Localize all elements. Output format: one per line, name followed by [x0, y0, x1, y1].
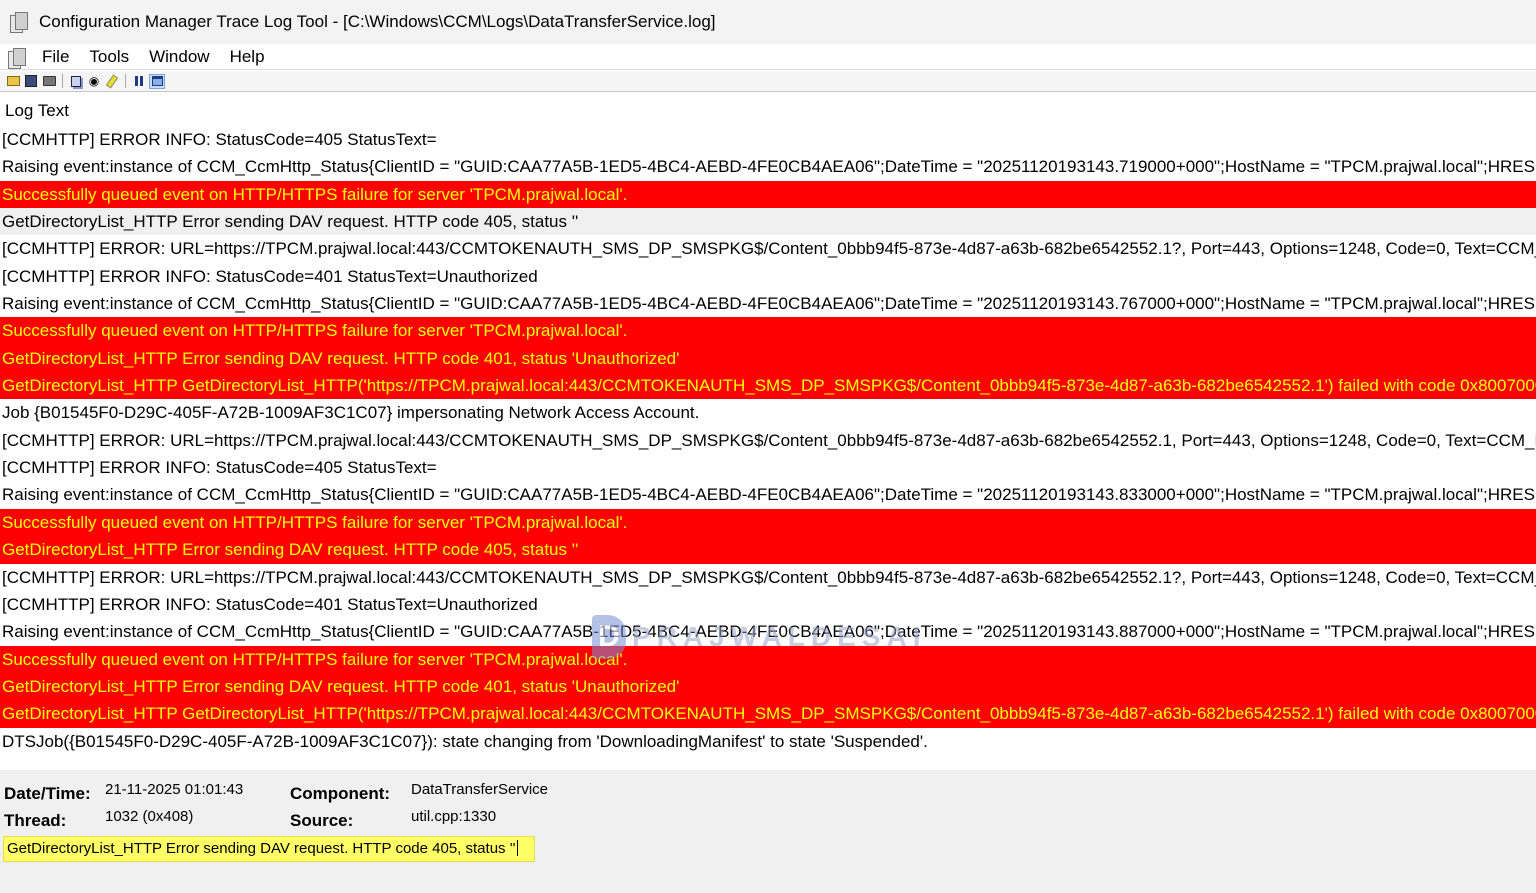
log-text-column-header[interactable]: Log Text — [0, 97, 1536, 124]
cmtrace-app-icon — [10, 11, 30, 33]
log-row[interactable]: Raising event:instance of CCM_CcmHttp_St… — [0, 618, 1536, 645]
thread-label: Thread: — [4, 811, 67, 830]
log-row[interactable]: GetDirectoryList_HTTP Error sending DAV … — [0, 536, 1536, 564]
print-icon[interactable] — [42, 75, 56, 88]
message-text: GetDirectoryList_HTTP Error sending DAV … — [7, 840, 516, 857]
toolbar: ◉ — [0, 71, 1536, 92]
log-row[interactable]: Successfully queued event on HTTP/HTTPS … — [0, 508, 1536, 537]
log-row[interactable]: GetDirectoryList_HTTP GetDirectoryList_H… — [0, 700, 1536, 728]
log-row[interactable]: [CCMHTTP] ERROR: URL=https://TPCM.prajwa… — [0, 427, 1536, 454]
copy-icon[interactable] — [69, 75, 83, 88]
title-bar: Configuration Manager Trace Log Tool - [… — [0, 0, 1536, 44]
menu-file[interactable]: File — [32, 44, 79, 70]
datetime-value: 21-11-2025 01:01:43 — [105, 781, 244, 798]
source-value: util.cpp:1330 — [411, 808, 497, 825]
menu-tools[interactable]: Tools — [79, 44, 139, 70]
menu-window[interactable]: Window — [139, 44, 219, 70]
details-pane: Date/Time: 21-11-2025 01:01:43 Component… — [0, 770, 1536, 893]
message-field[interactable]: GetDirectoryList_HTTP Error sending DAV … — [3, 836, 535, 862]
window-icon[interactable] — [149, 73, 165, 89]
log-list[interactable]: [CCMHTTP] ERROR INFO: StatusCode=405 Sta… — [0, 126, 1536, 756]
component-value: DataTransferService — [411, 781, 548, 798]
log-row[interactable]: GetDirectoryList_HTTP GetDirectoryList_H… — [0, 372, 1536, 400]
log-row[interactable]: Raising event:instance of CCM_CcmHttp_St… — [0, 153, 1536, 180]
toolbar-separator — [125, 74, 126, 88]
log-row[interactable]: Job {B01545F0-D29C-405F-A72B-1009AF3C1C0… — [0, 399, 1536, 426]
log-row[interactable]: Raising event:instance of CCM_CcmHttp_St… — [0, 290, 1536, 317]
text-caret — [517, 840, 519, 856]
datetime-label: Date/Time: — [4, 784, 91, 803]
highlight-icon[interactable] — [105, 73, 119, 89]
log-row[interactable]: [CCMHTTP] ERROR INFO: StatusCode=405 Sta… — [0, 454, 1536, 481]
thread-value: 1032 (0x408) — [105, 808, 194, 825]
find-icon[interactable]: ◉ — [87, 75, 101, 88]
toolbar-separator — [62, 74, 63, 88]
log-row[interactable]: [CCMHTTP] ERROR: URL=https://TPCM.prajwa… — [0, 564, 1536, 591]
menu-bar: File Tools Window Help — [0, 44, 1536, 70]
log-row[interactable]: Successfully queued event on HTTP/HTTPS … — [0, 317, 1536, 345]
log-row[interactable]: [CCMHTTP] ERROR INFO: StatusCode=405 Sta… — [0, 126, 1536, 153]
window-title: Configuration Manager Trace Log Tool - [… — [39, 12, 716, 31]
menu-help[interactable]: Help — [220, 44, 275, 70]
save-icon[interactable] — [24, 75, 38, 88]
log-row[interactable]: DTSJob({B01545F0-D29C-405F-A72B-1009AF3C… — [0, 728, 1536, 755]
pause-icon[interactable] — [132, 75, 146, 88]
log-row[interactable]: Successfully queued event on HTTP/HTTPS … — [0, 645, 1536, 673]
log-row[interactable]: [CCMHTTP] ERROR INFO: StatusCode=401 Sta… — [0, 263, 1536, 290]
document-icon[interactable] — [8, 47, 28, 69]
log-row[interactable]: Successfully queued event on HTTP/HTTPS … — [0, 180, 1536, 209]
component-label: Component: — [290, 784, 391, 803]
source-label: Source: — [290, 811, 354, 830]
log-row-selected[interactable]: GetDirectoryList_HTTP Error sending DAV … — [0, 208, 1536, 236]
log-row[interactable]: [CCMHTTP] ERROR INFO: StatusCode=401 Sta… — [0, 591, 1536, 618]
log-row[interactable]: [CCMHTTP] ERROR: URL=https://TPCM.prajwa… — [0, 235, 1536, 262]
log-row[interactable]: GetDirectoryList_HTTP Error sending DAV … — [0, 672, 1536, 701]
open-icon[interactable] — [6, 75, 20, 88]
log-row[interactable]: Raising event:instance of CCM_CcmHttp_St… — [0, 481, 1536, 508]
log-row[interactable]: GetDirectoryList_HTTP Error sending DAV … — [0, 344, 1536, 373]
